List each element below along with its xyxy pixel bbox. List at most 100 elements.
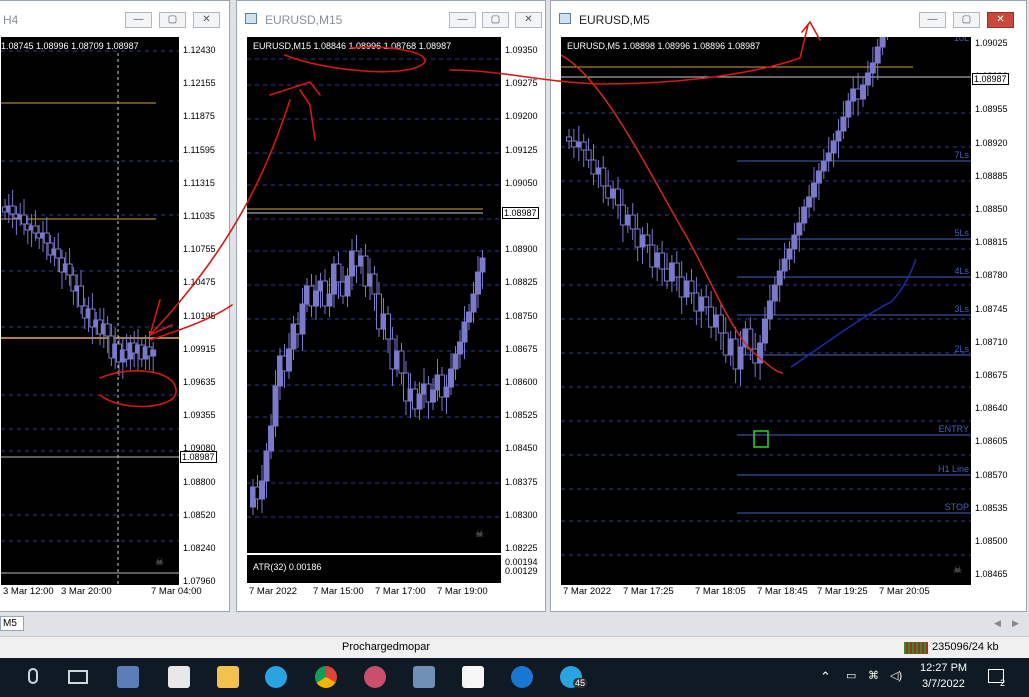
- price-label: 1.10475: [183, 277, 216, 288]
- notification-count: 2: [1000, 678, 1006, 688]
- price-label: 1.09915: [183, 343, 216, 354]
- level-label: ENTRY: [939, 424, 969, 434]
- expert-icon: ☠: [475, 529, 484, 540]
- clock-date[interactable]: 3/7/2022: [922, 678, 965, 690]
- level-label: 5Ls: [954, 228, 969, 238]
- close-button[interactable]: ✕: [193, 12, 220, 28]
- price-label: 1.08375: [505, 476, 538, 487]
- time-label: 7 Mar 17:25: [623, 586, 674, 597]
- price-label: 1.09025: [975, 38, 1008, 48]
- chart-window-h4[interactable]: H4 — ▢ ✕ 1.08745 1.08996 1.08709 1.08987…: [0, 0, 230, 612]
- window-titlebar[interactable]: H4 — ▢ ✕: [0, 1, 229, 37]
- file-explorer-icon[interactable]: [217, 666, 239, 688]
- chart-window-m15[interactable]: EURUSD,M15 — ▢ ✕ EURUSD,M15 1.08846 1.08…: [236, 0, 546, 612]
- metatrader-icon[interactable]: [413, 666, 435, 688]
- clock-time[interactable]: 12:27 PM: [920, 662, 967, 674]
- price-label: 1.08570: [975, 469, 1008, 480]
- close-button[interactable]: ✕: [515, 12, 542, 28]
- chart-window-icon: [245, 13, 257, 24]
- minimize-button[interactable]: —: [919, 12, 946, 28]
- indicator-subwindow[interactable]: ATR(32) 0.00186: [247, 555, 501, 583]
- notification-badge: 45: [573, 678, 588, 688]
- price-label: 1.08640: [975, 403, 1008, 414]
- time-label: 7 Mar 15:00: [313, 586, 364, 597]
- candle-body: [479, 257, 486, 273]
- candle-body: [830, 140, 837, 154]
- price-scale[interactable]: 1.090251.089901.089551.089201.088851.088…: [971, 37, 1026, 585]
- candle-body: [371, 273, 378, 295]
- price-label: 1.09635: [183, 377, 216, 387]
- price-label: 1.08885: [975, 170, 1008, 181]
- close-button[interactable]: ✕: [987, 12, 1014, 28]
- maximize-button[interactable]: ▢: [159, 12, 186, 28]
- candle-body: [693, 292, 700, 312]
- minimize-button[interactable]: —: [125, 12, 152, 28]
- time-label: 7 Mar 04:00: [151, 586, 202, 597]
- maximize-button[interactable]: ▢: [953, 12, 980, 28]
- candle-body: [600, 167, 607, 187]
- candle-body: [605, 185, 612, 199]
- battery-icon[interactable]: ▭: [846, 669, 856, 682]
- edge-icon[interactable]: [511, 666, 533, 688]
- window-titlebar[interactable]: EURUSD,M5 — ▢ ✕: [551, 1, 1026, 37]
- network-icon[interactable]: ⌘: [868, 669, 879, 682]
- price-scale[interactable]: 1.12430 1.12155 1.11875 1.11595 1.11315 1.110…: [179, 37, 229, 586]
- chrome-icon[interactable]: [315, 666, 337, 688]
- candle-body: [619, 204, 626, 226]
- notes-icon[interactable]: [462, 666, 484, 688]
- computer-icon[interactable]: [117, 666, 139, 688]
- chart-tab[interactable]: M5: [0, 616, 24, 631]
- price-label: 1.08955: [975, 104, 1008, 115]
- time-label: 7 Mar 17:00: [375, 586, 426, 597]
- chart-area[interactable]: EURUSD,M5 1.08898 1.08996 1.08896 1.0898…: [561, 37, 971, 585]
- price-label: 1.11595: [183, 144, 215, 155]
- price-label: 1.08825: [505, 277, 538, 288]
- chart-area[interactable]: EURUSD,M15 1.08846 1.08996 1.08768 1.089…: [247, 37, 501, 553]
- task-view-icon[interactable]: [68, 670, 88, 684]
- candle-body: [66, 263, 73, 276]
- candle-body: [732, 338, 739, 370]
- paint-icon[interactable]: [364, 666, 386, 688]
- chevron-up-icon[interactable]: ⌃: [820, 669, 831, 685]
- candle-body: [815, 170, 822, 184]
- tab-scroll-left[interactable]: ◀: [994, 618, 1001, 629]
- status-profile: Prochargedmopar: [342, 641, 431, 653]
- candle-body: [32, 225, 39, 234]
- price-label: 1.08900: [505, 244, 538, 255]
- chart-window-m5[interactable]: EURUSD,M5 — ▢ ✕ EURUSD,M5 1.08898 1.0899…: [550, 0, 1027, 612]
- window-titlebar[interactable]: EURUSD,M15 — ▢ ✕: [237, 1, 545, 37]
- candle-body: [860, 84, 866, 100]
- calculator-icon[interactable]: [168, 666, 190, 688]
- candle-body: [791, 234, 798, 250]
- candle-body: [654, 252, 661, 268]
- microphone-icon[interactable]: [28, 668, 38, 684]
- candle-body: [416, 393, 423, 410]
- candle-body: [475, 271, 481, 295]
- candle-body: [879, 37, 886, 48]
- candle-body: [55, 248, 62, 259]
- candle-body: [649, 244, 656, 268]
- candle-body: [21, 214, 27, 225]
- candle-body: [150, 349, 157, 357]
- candle-body: [615, 188, 621, 206]
- tab-scroll-right[interactable]: ▶: [1012, 618, 1019, 629]
- candle-body: [644, 234, 651, 246]
- level-label: 10L: [954, 37, 969, 43]
- price-scale[interactable]: 1.09350 1.09275 1.09200 1.09125 1.09050 1.089…: [501, 37, 545, 585]
- window-title: EURUSD,M15: [265, 13, 343, 27]
- time-scale: 3 Mar 12:00 3 Mar 20:00 7 Mar 04:00: [1, 585, 229, 601]
- chart-area[interactable]: 1.08745 1.08996 1.08709 1.08987 ☠: [1, 37, 179, 585]
- candle-body: [850, 88, 857, 102]
- minimize-button[interactable]: —: [449, 12, 476, 28]
- candle-body: [299, 303, 306, 335]
- level-label: 2Ls: [954, 344, 969, 354]
- candle-body: [698, 296, 705, 312]
- volume-icon[interactable]: ◁): [890, 669, 902, 682]
- candle-body: [595, 167, 602, 175]
- level-label: H1 Line: [938, 464, 969, 474]
- candle-body: [708, 306, 715, 328]
- maximize-button[interactable]: ▢: [482, 12, 509, 28]
- telegram-icon[interactable]: [265, 666, 287, 688]
- status-traffic: 235096/24 kb: [932, 641, 999, 653]
- level-label: 7Ls: [954, 150, 969, 160]
